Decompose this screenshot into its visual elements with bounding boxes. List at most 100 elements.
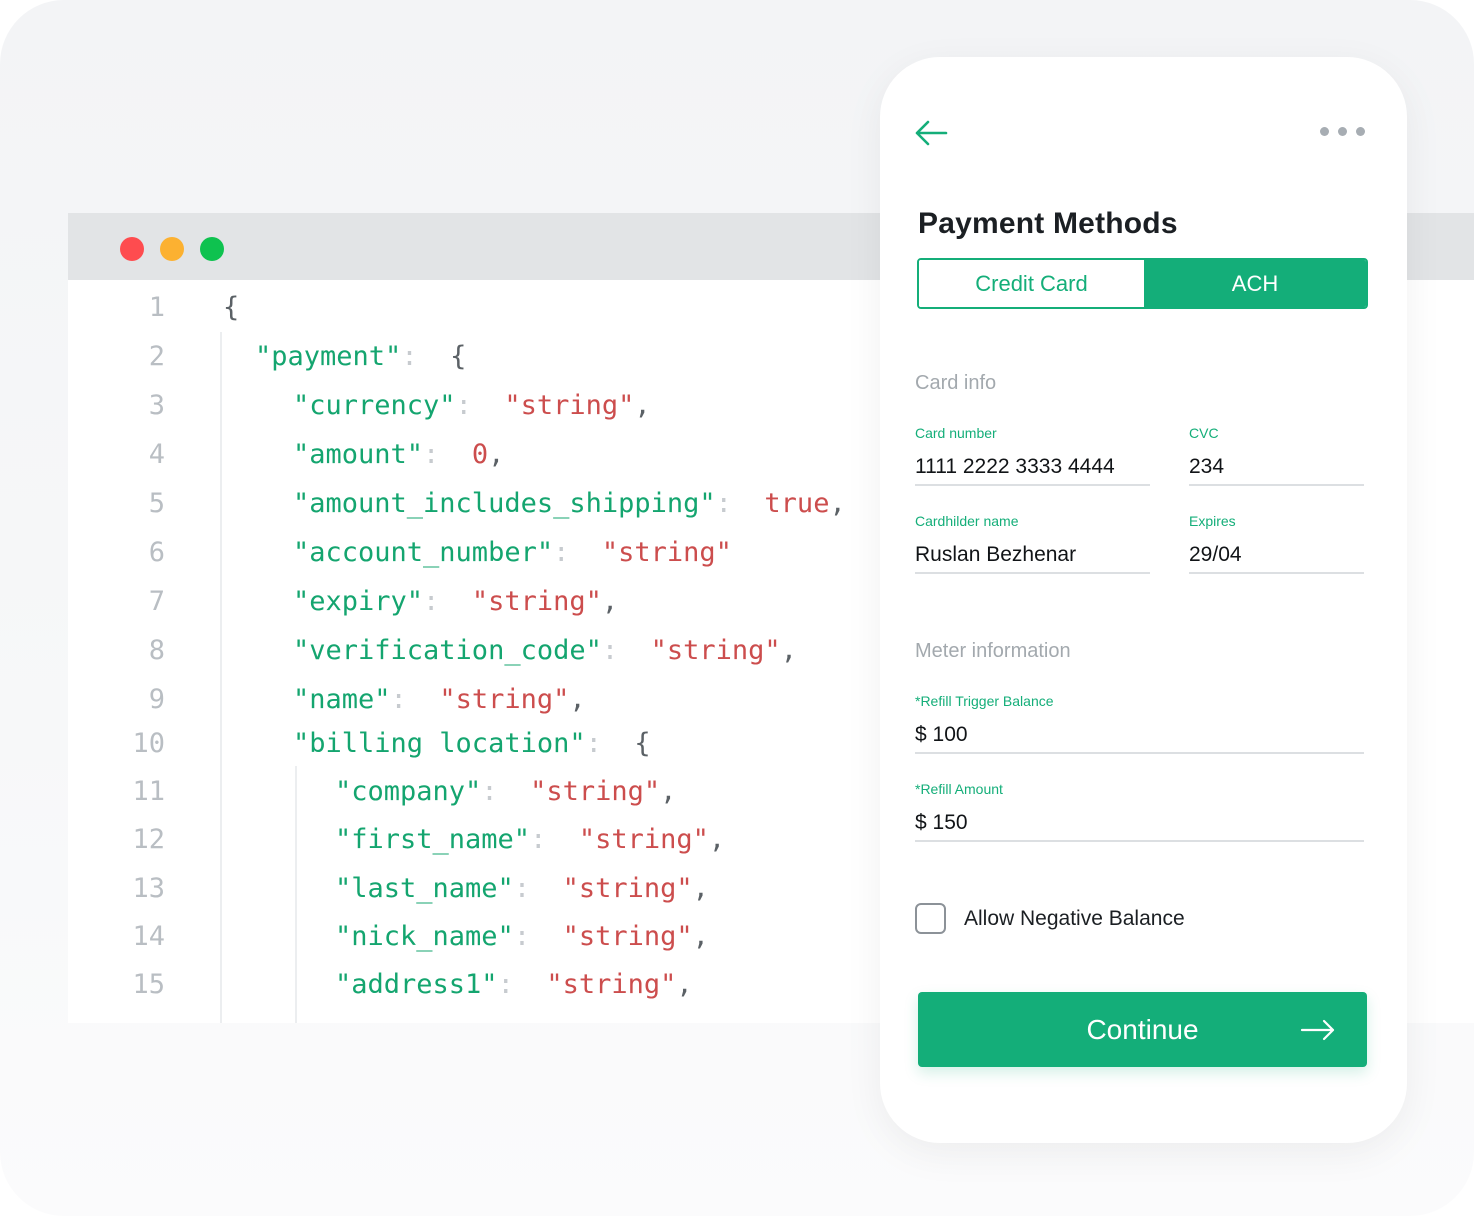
card-number-field[interactable]: 1111 2222 3333 4444 (915, 455, 1115, 479)
code-text: "account_number": "string" (293, 533, 732, 573)
code-value: true (764, 488, 830, 519)
allow-negative-checkbox[interactable] (915, 903, 946, 934)
code-colon: : (497, 969, 531, 1000)
code-text: "nick_name": "string", (335, 917, 709, 957)
more-horizontal-icon[interactable] (1320, 127, 1366, 137)
code-text: "currency": "string", (293, 386, 651, 426)
code-colon: : (390, 684, 424, 715)
refill-amount-label: *Refill Amount (915, 781, 1003, 797)
code-key: "company" (335, 776, 482, 807)
refill-amount-field[interactable]: $ 150 (915, 811, 968, 835)
code-brace: { (223, 292, 240, 323)
code-text: "billing location": { (293, 724, 651, 764)
line-number: 6 (148, 537, 165, 568)
code-comma: , (708, 824, 726, 855)
line-number: 14 (132, 921, 165, 952)
code-comma: , (829, 488, 846, 519)
code-value: "string" (650, 635, 781, 666)
arrow-left-icon[interactable] (914, 119, 948, 147)
line-number: 10 (132, 728, 165, 759)
cardholder-name-underline (915, 572, 1150, 574)
code-colon: : (585, 728, 619, 759)
expires-field[interactable]: 29/04 (1189, 543, 1242, 567)
line-number: 8 (148, 635, 165, 666)
code-text: "amount_includes_shipping": true, (293, 484, 846, 524)
close-window-dot[interactable] (120, 237, 144, 261)
line-number: 15 (132, 969, 165, 1000)
cvc-field[interactable]: 234 (1189, 455, 1224, 479)
code-text: "last_name": "string", (335, 869, 709, 909)
refill-trigger-label: *Refill Trigger Balance (915, 693, 1054, 709)
code-text: "address1": "string", (335, 965, 693, 1005)
code-comma: , (692, 921, 709, 952)
cvc-label: CVC (1189, 425, 1219, 441)
line-number: 13 (132, 873, 165, 904)
continue-button[interactable]: Continue (918, 992, 1367, 1067)
code-key: "billing location" (293, 728, 586, 759)
refill-trigger-field[interactable]: $ 100 (915, 723, 968, 747)
line-number: 4 (148, 439, 165, 470)
code-colon: : (513, 921, 547, 952)
code-key: "amount_includes_shipping" (293, 488, 716, 519)
code-text: "company": "string", (335, 772, 676, 812)
allow-negative-label[interactable]: Allow Negative Balance (964, 907, 1185, 931)
code-colon: : (423, 586, 456, 617)
expires-underline (1189, 572, 1364, 574)
minimize-window-dot[interactable] (160, 237, 184, 261)
line-number: 7 (148, 586, 165, 617)
tab-credit-card[interactable]: Credit Card (919, 260, 1144, 307)
line-number: 12 (132, 824, 165, 855)
code-text: "first_name": "string", (335, 820, 725, 860)
code-colon: : (455, 390, 489, 421)
code-value: "string" (471, 586, 602, 617)
code-key: "amount" (293, 439, 424, 470)
code-value: "string" (578, 824, 709, 855)
code-key: "expiry" (293, 586, 424, 617)
code-colon: : (530, 824, 563, 855)
code-comma: , (634, 390, 651, 421)
line-number: 1 (148, 292, 165, 323)
code-comma: , (488, 439, 505, 470)
card-number-underline (915, 484, 1150, 486)
line-number: 2 (148, 341, 165, 372)
code-text: "expiry": "string", (293, 582, 618, 622)
arrow-right-icon (1300, 1019, 1335, 1041)
cardholder-name-field[interactable]: Ruslan Bezhenar (915, 543, 1076, 567)
code-value: "string" (562, 873, 693, 904)
maximize-window-dot[interactable] (200, 237, 224, 261)
code-comma: , (692, 873, 709, 904)
code-key: "name" (293, 684, 391, 715)
tab-ach[interactable]: ACH (1144, 260, 1366, 307)
code-value: "string" (562, 921, 693, 952)
code-key: "payment" (255, 341, 402, 372)
code-brace: { (634, 728, 651, 759)
code-value: "string" (601, 537, 732, 568)
refill-trigger-underline (915, 752, 1364, 754)
meter-information-heading: Meter information (915, 640, 1071, 662)
cvc-underline (1189, 484, 1364, 486)
code-key: "currency" (293, 390, 456, 421)
code-value: "string" (546, 969, 677, 1000)
code-colon: : (715, 488, 749, 519)
code-comma: , (569, 684, 586, 715)
code-comma: , (676, 969, 693, 1000)
code-comma: , (780, 635, 797, 666)
code-key: "address1" (335, 969, 498, 1000)
code-comma: , (601, 586, 619, 617)
line-number: 9 (148, 684, 165, 715)
card-info-heading: Card info (915, 372, 997, 394)
expires-label: Expires (1189, 513, 1236, 529)
code-text: "payment": { (255, 337, 466, 377)
code-colon: : (481, 776, 514, 807)
code-text: { (223, 288, 239, 328)
